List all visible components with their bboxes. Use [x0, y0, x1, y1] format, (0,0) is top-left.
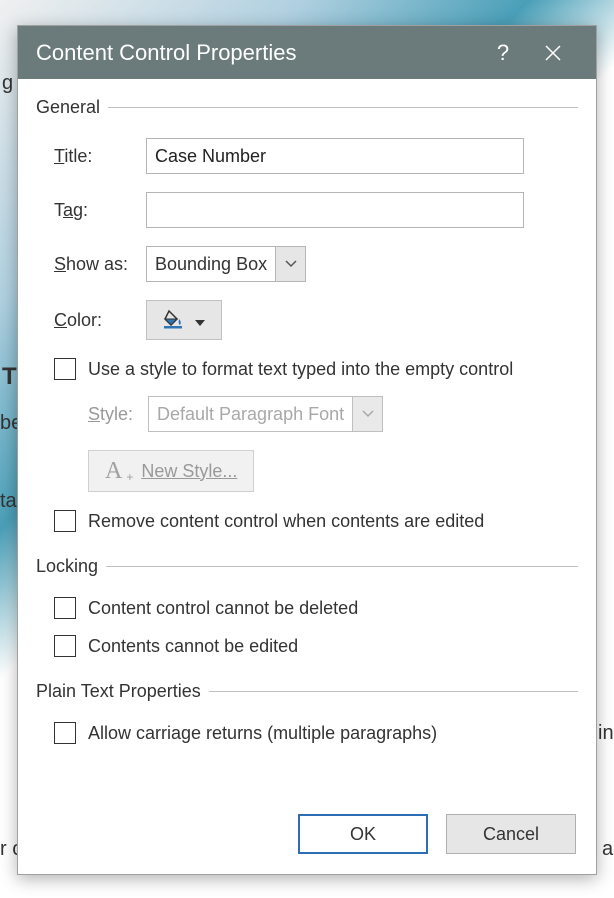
allow-carriage-label: Allow carriage returns (multiple paragra…: [88, 723, 437, 744]
bg-frag: T: [2, 363, 17, 391]
titlebar: Content Control Properties ?: [18, 26, 596, 79]
showas-row: Show as: Bounding Box: [36, 246, 578, 282]
bg-frag: g: [2, 72, 13, 95]
title-row: Title:: [36, 138, 578, 174]
use-style-checkbox[interactable]: [54, 358, 76, 380]
dialog-content: General Title: Tag: Show as: Bounding Bo…: [18, 79, 596, 804]
help-button[interactable]: ?: [478, 26, 528, 79]
bg-frag: a: [602, 838, 613, 861]
title-label: Title:: [54, 146, 146, 167]
allow-carriage-checkbox[interactable]: [54, 722, 76, 744]
title-input[interactable]: [146, 138, 524, 174]
color-picker-button[interactable]: [146, 300, 222, 340]
group-plaintext: Plain Text Properties Allow carriage ret…: [36, 681, 578, 744]
dropdown-triangle-icon: [195, 310, 205, 331]
chevron-down-icon: [275, 247, 305, 281]
paint-bucket-icon: [163, 307, 185, 334]
tag-row: Tag:: [36, 192, 578, 228]
group-locking: Locking Content control cannot be delete…: [36, 556, 578, 657]
bg-frag: in: [598, 722, 614, 745]
showas-label: Show as:: [54, 254, 146, 275]
group-general-label: General: [36, 97, 578, 118]
showas-select[interactable]: Bounding Box: [146, 246, 306, 282]
use-style-label: Use a style to format text typed into th…: [88, 359, 513, 380]
style-label: Style:: [88, 404, 148, 425]
group-locking-label: Locking: [36, 556, 578, 577]
carriage-checkrow: Allow carriage returns (multiple paragra…: [36, 722, 578, 744]
style-a-icon: A: [105, 458, 122, 485]
dialog-title: Content Control Properties: [36, 40, 478, 66]
cannot-delete-checkbox[interactable]: [54, 597, 76, 619]
content-control-properties-dialog: Content Control Properties ? General Tit…: [17, 25, 597, 875]
group-general: General Title: Tag: Show as: Bounding Bo…: [36, 97, 578, 532]
cannot-delete-label: Content control cannot be deleted: [88, 598, 358, 619]
tag-label: Tag:: [54, 200, 146, 221]
cannot-edit-checkrow: Contents cannot be edited: [36, 635, 578, 657]
cannot-edit-label: Contents cannot be edited: [88, 636, 298, 657]
close-icon: [544, 44, 562, 62]
remove-checkrow: Remove content control when contents are…: [36, 510, 578, 532]
bg-frag: ta: [0, 490, 17, 513]
style-select: Default Paragraph Font: [148, 396, 383, 432]
use-style-checkrow: Use a style to format text typed into th…: [36, 358, 578, 380]
new-style-button: A+ New Style...: [88, 450, 254, 492]
ok-button[interactable]: OK: [298, 814, 428, 854]
style-row: Style: Default Paragraph Font: [36, 396, 578, 432]
cancel-button[interactable]: Cancel: [446, 814, 576, 854]
color-row: Color:: [36, 300, 578, 340]
cannot-edit-checkbox[interactable]: [54, 635, 76, 657]
dialog-footer: OK Cancel: [18, 804, 596, 874]
chevron-down-icon: [352, 397, 382, 431]
cannot-delete-checkrow: Content control cannot be deleted: [36, 597, 578, 619]
tag-input[interactable]: [146, 192, 524, 228]
remove-on-edit-label: Remove content control when contents are…: [88, 511, 484, 532]
remove-on-edit-checkbox[interactable]: [54, 510, 76, 532]
group-plaintext-label: Plain Text Properties: [36, 681, 578, 702]
close-button[interactable]: [528, 26, 578, 79]
color-label: Color:: [54, 310, 146, 331]
